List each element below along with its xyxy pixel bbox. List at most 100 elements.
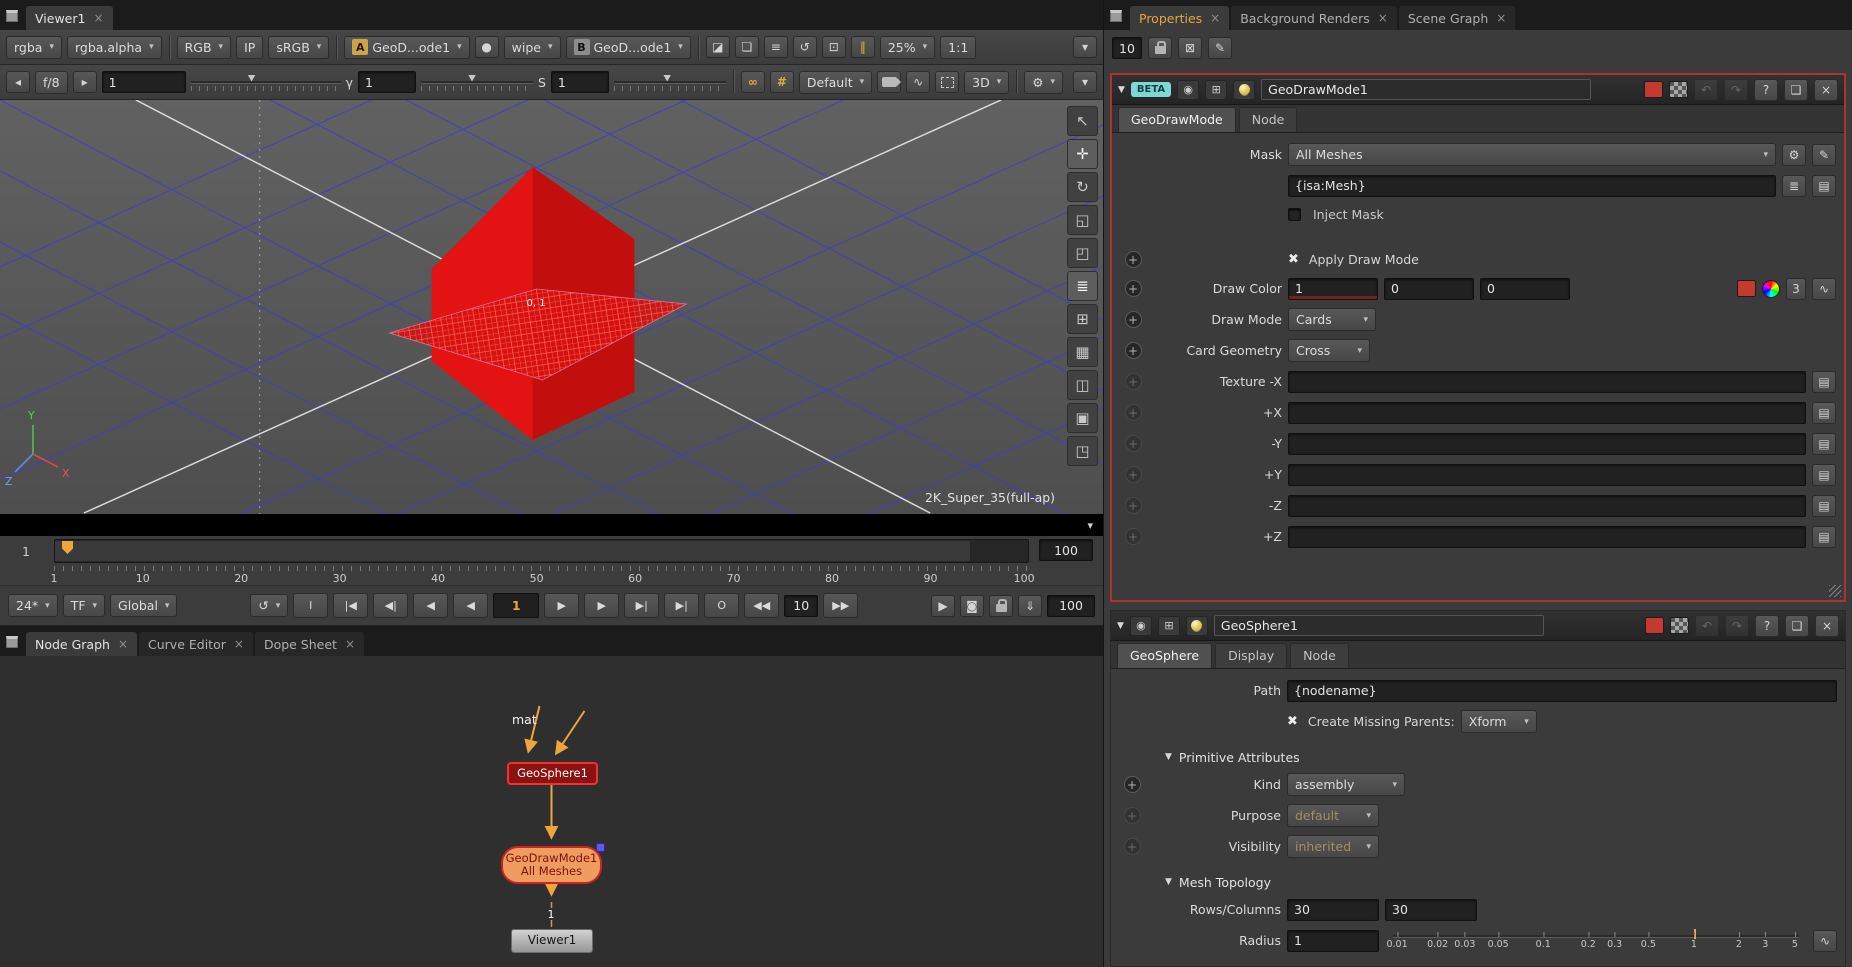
bypass-button[interactable] — [1233, 80, 1255, 100]
select-tool-button[interactable]: ↖ — [1067, 106, 1098, 136]
draw-mode-dropdown[interactable]: Cards — [1288, 308, 1376, 331]
swap-ab-button[interactable]: ● — [475, 36, 499, 58]
display-mode-button[interactable]: ≣ — [1067, 271, 1098, 301]
file-browse-button[interactable]: ▤ — [1812, 402, 1836, 424]
fstop-button[interactable]: f/8 — [35, 71, 68, 94]
float-panel-button[interactable]: ❏ — [1785, 615, 1809, 637]
undo-button[interactable]: ↶ — [1694, 79, 1718, 101]
card-geometry-dropdown[interactable]: Cross — [1288, 339, 1370, 362]
curve-overlay-button[interactable]: ∿ — [906, 71, 930, 93]
node-color-swatch[interactable] — [1645, 617, 1664, 634]
wipe-dropdown[interactable]: wipe — [504, 36, 561, 59]
animation-menu-icon[interactable]: + — [1124, 838, 1141, 855]
node-graph[interactable]: 1 mat GeoSphere1 GeoDrawMode1 All Meshes… — [0, 656, 1103, 967]
node-name-input[interactable] — [1214, 615, 1544, 636]
mesh-topology-section[interactable]: ▼ Mesh Topology — [1165, 871, 1837, 893]
tab-node[interactable]: Node — [1290, 643, 1349, 668]
pane-icon[interactable] — [1110, 10, 1122, 22]
strip-caret-button[interactable]: ▾ — [1087, 519, 1093, 532]
mask-media-button[interactable]: ▤ — [1812, 175, 1836, 197]
tab-display[interactable]: Display — [1215, 643, 1287, 668]
show-in-dag-button[interactable]: ⊞ — [1205, 80, 1227, 100]
skew-tool-button[interactable]: ◰ — [1067, 238, 1098, 268]
play-button[interactable]: ▶ — [544, 593, 579, 618]
create-missing-parents-checkbox[interactable]: ✖ — [1287, 714, 1298, 729]
prev-stop-button[interactable]: ◂ — [6, 71, 30, 93]
proxy-ratio-button[interactable]: 1:1 — [940, 36, 976, 59]
gl-color-swatch[interactable] — [1670, 617, 1689, 634]
next-stop-button[interactable]: ▸ — [73, 71, 97, 93]
in-point-button[interactable]: I — [293, 593, 328, 618]
lock-view-button[interactable]: ▣ — [1067, 403, 1098, 433]
tf-dropdown[interactable]: TF — [63, 594, 105, 617]
grid-overlay-button[interactable]: # — [770, 71, 794, 93]
zoom-dropdown[interactable]: 25% — [880, 36, 935, 59]
jump-forward-button[interactable]: ▶▶ — [823, 593, 858, 618]
draw-color-g-input[interactable] — [1384, 278, 1474, 300]
texture-pos-y-input[interactable] — [1288, 464, 1806, 486]
node-geodrawmode1[interactable]: GeoDrawMode1 All Meshes — [501, 846, 602, 884]
max-panels-input[interactable] — [1112, 37, 1142, 59]
mask-settings-button[interactable]: ⚙ — [1782, 144, 1806, 166]
tab-curve-editor[interactable]: Curve Editor × — [139, 632, 253, 656]
float-panel-button[interactable]: ❏ — [1784, 79, 1808, 101]
mask-edit-button[interactable]: ✎ — [1812, 144, 1836, 166]
animation-menu-icon[interactable]: + — [1125, 342, 1142, 359]
close-panel-button[interactable]: × — [1814, 79, 1838, 101]
step-forward-button[interactable]: ▶ — [584, 593, 619, 618]
draw-color-swatch[interactable] — [1737, 280, 1756, 297]
close-icon[interactable]: × — [1210, 11, 1220, 25]
node-geosphere1[interactable]: GeoSphere1 — [507, 762, 598, 785]
region-button[interactable]: ◙ — [960, 595, 984, 617]
saturation-input[interactable] — [551, 71, 609, 93]
close-icon[interactable]: × — [1378, 11, 1388, 25]
channel-count-button[interactable]: 3 — [1786, 278, 1806, 300]
grid-toggle-button[interactable]: ⊞ — [1067, 304, 1098, 334]
close-icon[interactable]: × — [118, 637, 128, 651]
lock-panels-button[interactable] — [1148, 37, 1172, 59]
save-range-button[interactable]: ⇓ — [1018, 595, 1042, 617]
viewer-process-dropdown[interactable]: sRGB — [268, 36, 329, 59]
close-icon[interactable]: × — [93, 11, 103, 25]
gain-slider[interactable] — [191, 74, 341, 91]
frame-range-dropdown[interactable]: Global — [110, 594, 177, 617]
pane-icon[interactable] — [6, 636, 18, 648]
stack-button[interactable]: ❏ — [735, 36, 759, 58]
radius-curve-button[interactable]: ∿ — [1813, 930, 1837, 952]
view-mode-dropdown[interactable]: 3D — [964, 71, 1009, 94]
refresh-button[interactable]: ↺ — [793, 36, 817, 58]
menu-button[interactable]: ≡ — [764, 36, 788, 58]
animation-menu-icon[interactable]: + — [1125, 435, 1142, 452]
gl-color-swatch[interactable] — [1669, 81, 1688, 98]
node-color-swatch[interactable] — [1644, 81, 1663, 98]
first-frame-button[interactable]: |◀ — [333, 593, 368, 618]
snapshot-button[interactable]: ◳ — [1067, 436, 1098, 466]
scale-tool-button[interactable]: ◱ — [1067, 205, 1098, 235]
rotate-tool-button[interactable]: ↻ — [1067, 172, 1098, 202]
file-browse-button[interactable]: ▤ — [1812, 495, 1836, 517]
lock-range-button[interactable] — [989, 595, 1013, 617]
split-wipe-button[interactable]: ◪ — [706, 36, 730, 58]
focus-node-button[interactable]: ◉ — [1130, 616, 1152, 636]
gamma-input[interactable] — [358, 71, 416, 93]
mask-dropdown[interactable]: All Meshes — [1288, 143, 1776, 166]
show-in-dag-button[interactable]: ⊞ — [1158, 616, 1180, 636]
animation-menu-icon[interactable]: + — [1125, 497, 1142, 514]
apply-draw-mode-checkbox[interactable]: ✖ — [1288, 252, 1299, 267]
current-frame-field[interactable]: 1 — [493, 593, 539, 618]
close-icon[interactable]: × — [234, 637, 244, 651]
visibility-dropdown[interactable]: inherited — [1287, 835, 1379, 858]
animation-menu-icon[interactable]: + — [1125, 311, 1142, 328]
prev-keyframe-button[interactable]: ◀| — [373, 593, 408, 618]
stereo-toggle-button[interactable]: ∞ — [741, 71, 765, 93]
bypass-button[interactable] — [1186, 616, 1208, 636]
timeline-ruler[interactable]: 1 10 20 30 40 50 60 70 80 90 100 — [54, 566, 1029, 583]
close-icon[interactable]: × — [345, 637, 355, 651]
texture-neg-z-input[interactable] — [1288, 495, 1806, 517]
texture-neg-y-input[interactable] — [1288, 433, 1806, 455]
file-browse-button[interactable]: ▤ — [1812, 433, 1836, 455]
radius-input[interactable] — [1287, 930, 1379, 952]
layer-dropdown[interactable]: rgba — [6, 36, 62, 59]
path-input[interactable] — [1287, 680, 1837, 702]
animation-menu-icon[interactable]: + — [1125, 404, 1142, 421]
